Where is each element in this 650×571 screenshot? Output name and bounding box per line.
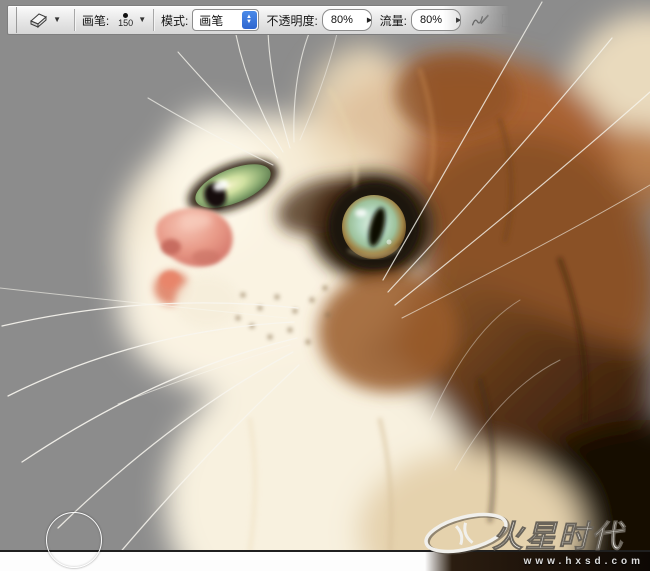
- opacity-slider-arrow-icon[interactable]: ▶: [367, 16, 371, 24]
- flow-label: 流量:: [379, 13, 407, 28]
- brush-label: 画笔:: [81, 13, 110, 28]
- brush-preset-picker[interactable]: 150: [115, 12, 136, 28]
- watermark-url: www.hxsd.com: [523, 556, 644, 567]
- tool-options-bar: ▼ 画笔: 150 ▼ 模式: 画笔 ▲▼ 不透明度: 80% ▶ 流量: 80…: [7, 5, 514, 35]
- mode-select[interactable]: 画笔 ▲ ▼: [192, 9, 259, 31]
- brush-dropdown-arrow-icon[interactable]: ▼: [138, 16, 146, 24]
- logo-text: 火星时代: [492, 519, 626, 554]
- brush-cursor-outline: [46, 512, 102, 568]
- brush-size-value: 150: [118, 17, 134, 28]
- mode-label: 模式:: [160, 13, 189, 28]
- photoshop-document-window: www.hxsd.com 火星时代 ▼ 画笔: 150 ▼ 模式: 画笔 ▲ ▼…: [0, 0, 650, 571]
- canvas-area[interactable]: [0, 0, 650, 571]
- mars-era-logo: 火星时代: [424, 512, 626, 555]
- checkbox-faded[interactable]: [502, 13, 514, 27]
- mode-value: 画笔: [199, 13, 224, 28]
- opacity-value: 80%: [330, 14, 353, 26]
- tool-dropdown-arrow-icon: ▼: [53, 15, 62, 24]
- flow-field[interactable]: 80% ▶: [410, 9, 461, 31]
- flow-slider-arrow-icon[interactable]: ▶: [456, 16, 460, 24]
- eraser-tool-button[interactable]: ▼: [21, 6, 67, 34]
- airbrush-toggle[interactable]: [471, 10, 490, 30]
- flow-value: 80%: [419, 14, 442, 26]
- toolbar-grabber[interactable]: [8, 7, 18, 33]
- opacity-label: 不透明度:: [266, 13, 318, 28]
- cat-eye-right: [328, 182, 420, 270]
- toolbar-separator: [153, 9, 154, 31]
- toolbar-separator: [74, 9, 75, 31]
- eraser-icon: [30, 13, 48, 28]
- stepper-icon: ▲ ▼: [241, 11, 257, 29]
- opacity-field[interactable]: 80% ▶: [321, 9, 372, 31]
- brush-tip-icon: [123, 12, 129, 18]
